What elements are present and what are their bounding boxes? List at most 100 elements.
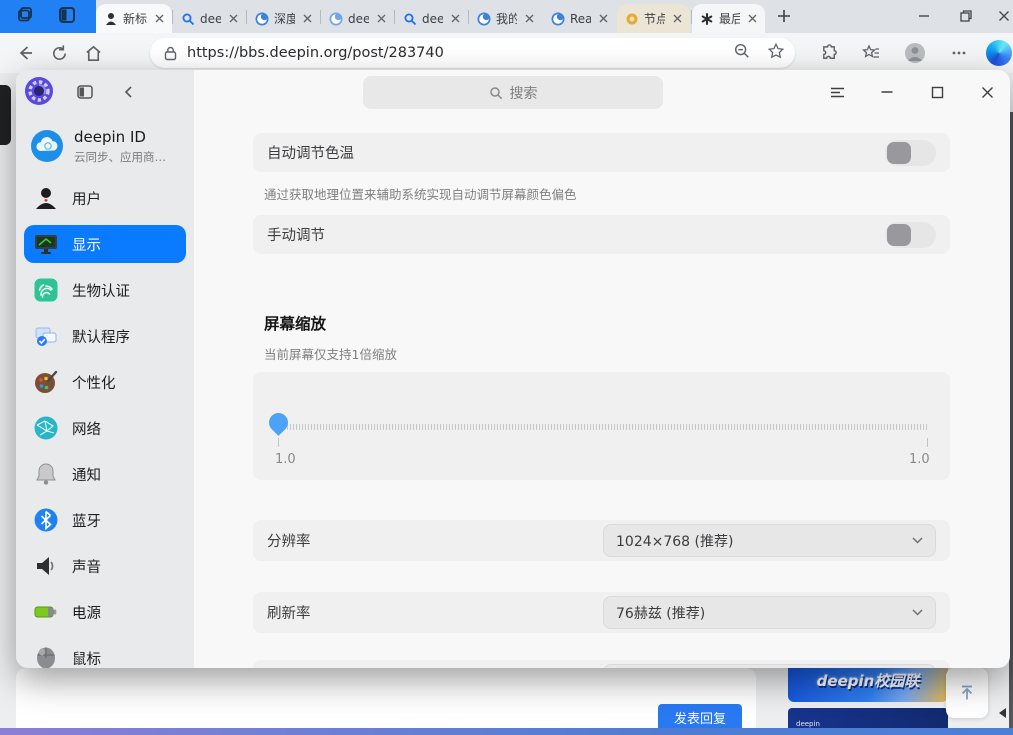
favorite-star-icon[interactable] [767, 42, 785, 64]
fingerprint-icon [34, 278, 58, 302]
back-chevron-icon[interactable] [118, 81, 140, 103]
tab-close-icon[interactable] [596, 12, 610, 26]
workspace-section [0, 0, 96, 33]
panel-collapse-arrow[interactable] [999, 708, 1006, 718]
sidebar-item-sound[interactable]: 声音 [24, 547, 186, 585]
scaling-slider-track[interactable] [278, 424, 928, 430]
orientation-row: 方向 标准 [253, 660, 950, 668]
desktop-wallpaper-strip [0, 728, 1013, 735]
reply-editor-card: 发表回复 [16, 668, 756, 731]
default-apps-icon [35, 327, 57, 346]
sidebar-item-users[interactable]: 用户 [24, 179, 186, 217]
tab-last[interactable]: 最后 [692, 4, 765, 33]
orange-badge-favicon [626, 13, 638, 24]
deepin-spiral-favicon [329, 12, 343, 25]
sidebar-item-biometric[interactable]: 生物认证 [24, 271, 186, 309]
search-favicon [404, 13, 417, 25]
sidebar-item-network[interactable]: 网络 [24, 409, 186, 447]
menu-icon[interactable] [826, 81, 848, 103]
chevron-down-icon [912, 537, 923, 544]
tab-new[interactable]: 新标 [96, 4, 172, 33]
browser-close-button[interactable] [996, 8, 1012, 28]
tab-close-icon[interactable] [374, 12, 388, 26]
resolution-dropdown[interactable]: 1024×768 (推荐) [603, 524, 936, 557]
orientation-dropdown[interactable]: 标准 [603, 664, 936, 668]
deepin-id-subtitle: 云同步、应用商… [74, 149, 166, 164]
sidebar-item-default-apps[interactable]: 默认程序 [24, 317, 186, 355]
zoom-out-icon[interactable] [733, 42, 751, 64]
post-reply-button[interactable]: 发表回复 [658, 704, 742, 731]
tab-deepin-4[interactable]: Rea [543, 4, 616, 33]
refresh-rate-dropdown[interactable]: 76赫兹 (推荐) [603, 596, 936, 629]
reload-icon[interactable] [42, 38, 76, 68]
sidebar-item-mouse[interactable]: 鼠标 [24, 639, 186, 668]
home-icon[interactable] [76, 38, 110, 68]
search-icon [489, 86, 502, 99]
sidebar-item-display[interactable]: 显示 [24, 225, 186, 263]
tab-close-icon[interactable] [670, 12, 684, 26]
tab-close-icon[interactable] [448, 12, 462, 26]
slider-max-label: 1.0 [909, 452, 930, 467]
scroll-to-top-button[interactable] [946, 668, 988, 718]
back-icon[interactable] [8, 38, 42, 68]
profile-avatar[interactable] [898, 38, 932, 68]
manual-adjust-toggle[interactable] [885, 221, 936, 248]
tab-close-icon[interactable] [745, 12, 759, 26]
url-field[interactable]: https://bbs.deepin.org/post/283740 [150, 38, 795, 68]
tab-close-icon[interactable] [522, 12, 536, 26]
scaling-section-title: 屏幕缩放 [264, 315, 327, 333]
sidebar-item-personalization[interactable]: 个性化 [24, 363, 186, 401]
dark-side-panel-edge [0, 85, 11, 145]
scaling-slider-card: 1.0 1.0 [253, 372, 950, 480]
copilot-icon[interactable] [982, 38, 1013, 68]
palette-icon [35, 370, 58, 393]
arrow-up-icon [961, 685, 973, 700]
sidebar-item-notifications[interactable]: 通知 [24, 455, 186, 493]
deepin-id-cloud-icon [31, 130, 63, 162]
new-tab-button[interactable] [775, 7, 793, 29]
browser-minimize-button[interactable] [916, 8, 932, 28]
tab-close-icon[interactable] [300, 12, 314, 26]
tab-node[interactable]: 节点 [617, 4, 690, 33]
sidebar-item-power[interactable]: 电源 [24, 593, 186, 631]
auto-color-temp-toggle[interactable] [885, 139, 936, 166]
tab-deepin-1[interactable]: 深度 [247, 4, 320, 33]
scaling-note: 当前屏幕仅支持1倍缩放 [264, 347, 397, 362]
split-window-icon[interactable] [58, 6, 76, 28]
settings-minimize-button[interactable] [876, 81, 898, 103]
slider-max-tick [927, 438, 928, 447]
scaling-slider-handle[interactable] [265, 409, 292, 436]
tab-close-icon[interactable] [152, 12, 166, 26]
tab-deepin-2[interactable]: dee [321, 4, 394, 33]
refresh-rate-label: 刷新率 [267, 606, 311, 622]
tab-deepin-3[interactable]: 我的 [469, 4, 542, 33]
browser-restore-button[interactable] [958, 8, 974, 28]
user-icon [36, 188, 56, 209]
deepin-spiral-favicon [477, 12, 491, 25]
tab-search-1[interactable]: dee [173, 4, 246, 33]
sidebar-item-bluetooth[interactable]: 蓝牙 [24, 501, 186, 539]
settings-maximize-button[interactable] [926, 81, 948, 103]
speaker-icon [37, 557, 54, 575]
auto-color-temp-description: 通过获取地理位置来辅助系统实现自动调节屏幕颜色偏色 [264, 187, 577, 202]
settings-search-input[interactable]: 搜索 [363, 76, 663, 109]
refresh-rate-row: 刷新率 76赫兹 (推荐) [253, 592, 950, 633]
settings-close-button[interactable] [976, 81, 998, 103]
slider-min-tick [278, 438, 279, 447]
sidebar-toggle-icon[interactable] [74, 81, 96, 103]
tab-close-icon[interactable] [226, 12, 240, 26]
battery-icon [34, 606, 57, 618]
tab-search-2[interactable]: dee [395, 4, 468, 33]
collections-icon[interactable] [854, 38, 888, 68]
extensions-puzzle-icon[interactable] [812, 38, 846, 68]
deepin-spiral-favicon [551, 12, 565, 25]
browser-tab-bar: 新标 dee 深度 dee dee 我的 Rea 节点 最后 [0, 0, 1013, 33]
network-icon [34, 416, 58, 440]
control-center-window: 搜索 deepin ID 云同步、应用商… 用户 显示 生物认证 默认程序 个性… [16, 70, 1010, 668]
workspaces-icon[interactable] [16, 5, 36, 29]
mouse-icon [37, 647, 55, 668]
resolution-label: 分辨率 [267, 534, 311, 550]
auto-color-temp-label: 自动调节色温 [267, 146, 354, 162]
sidebar-item-deepin-id[interactable]: deepin ID 云同步、应用商… [26, 120, 186, 172]
more-menu-icon[interactable] [942, 38, 976, 68]
